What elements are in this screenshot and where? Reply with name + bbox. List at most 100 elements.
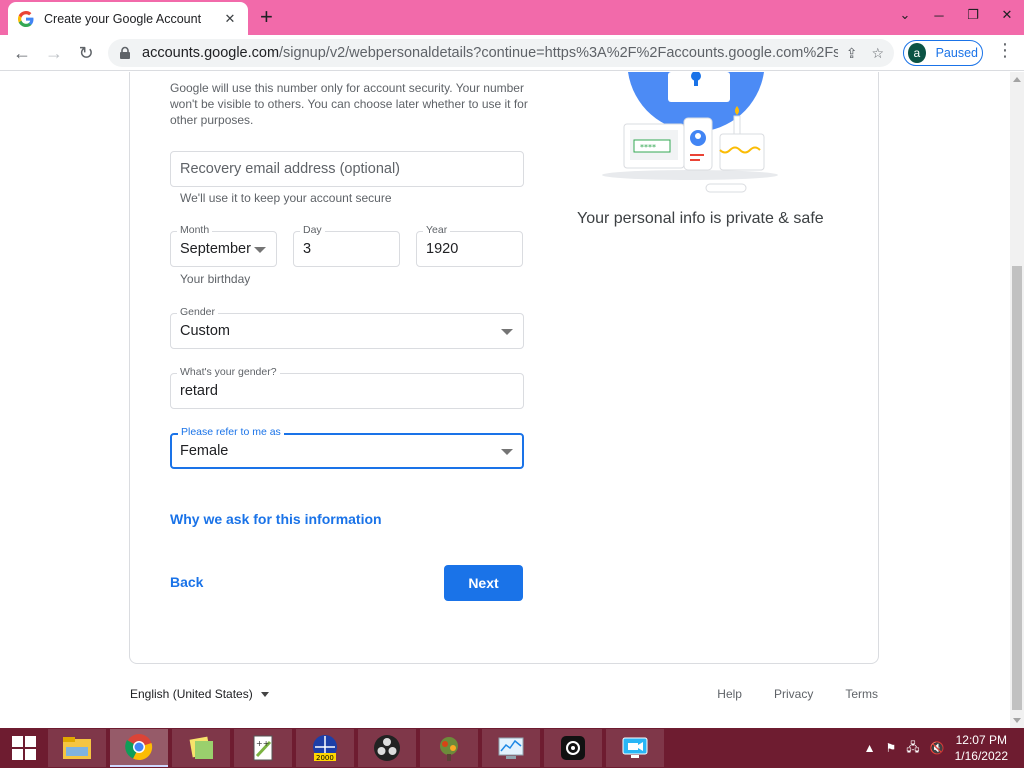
svg-text:++: ++ (256, 739, 269, 748)
taskbar-chrome[interactable] (110, 729, 168, 767)
custom-gender-label: What's your gender? (177, 366, 280, 378)
system-tray: ▲ ⚑ 🖧 🔇 12:07 PM 1/16/2022 (864, 728, 1024, 768)
taskbar-app-camera[interactable] (544, 729, 602, 767)
pronoun-label: Please refer to me as (178, 426, 284, 438)
gender-value: Custom (180, 323, 230, 339)
system-clock[interactable]: 12:07 PM 1/16/2022 (955, 732, 1008, 764)
privacy-illustration: **** (602, 72, 778, 193)
gender-select[interactable]: Gender Custom (170, 306, 524, 349)
window-controls: ⌄ ─ ❐ ✕ (888, 0, 1024, 35)
menu-kebab-icon[interactable]: ⋮ (996, 40, 1014, 61)
omnibox-actions: ⇪ ☆ (846, 45, 884, 62)
month-value: September (180, 241, 251, 257)
notepad-plus-icon: ++ (253, 735, 273, 761)
avatar: a (908, 43, 926, 63)
back-button[interactable]: Back (170, 574, 203, 590)
obs-icon (374, 735, 400, 761)
screen-capture-icon (561, 736, 585, 760)
remote-desktop-icon (622, 737, 648, 758)
day-value: 3 (303, 241, 312, 257)
plant-game-icon (440, 737, 458, 761)
year-input[interactable]: Year 1920 (416, 224, 523, 267)
recovery-email-placeholder: Recovery email address (optional) (180, 161, 401, 177)
scroll-thumb[interactable] (1012, 266, 1022, 710)
privacy-statement: Your personal info is private & safe (577, 210, 824, 227)
why-we-ask-link[interactable]: Why we ask for this information (170, 511, 382, 527)
tab-search-icon[interactable]: ⌄ (888, 0, 922, 30)
url-text: accounts.google.com/signup/v2/webpersona… (142, 45, 838, 61)
taskbar-app-remote[interactable] (606, 729, 664, 767)
recovery-email-field[interactable]: Recovery email address (optional) (170, 151, 524, 187)
tab-title: Create your Google Account (44, 11, 202, 26)
action-center-flag-icon[interactable]: ⚑ (886, 741, 897, 755)
year-value: 1920 (426, 241, 459, 257)
month-label: Month (177, 224, 213, 236)
bookmark-star-icon[interactable]: ☆ (871, 45, 884, 62)
footer-link-help[interactable]: Help (717, 687, 742, 701)
recovery-email-hint: We'll use it to keep your account secure (180, 191, 392, 205)
show-hidden-icons-icon[interactable]: ▲ (864, 741, 876, 755)
taskbar-app-notepad[interactable]: ++ (234, 729, 292, 767)
browser-tab[interactable]: Create your Google Account ✕ (8, 2, 248, 35)
svg-text:****: **** (640, 143, 656, 152)
lock-icon (120, 46, 130, 59)
birthday-hint: Your birthday (180, 272, 251, 286)
start-button[interactable] (0, 728, 48, 768)
reload-icon[interactable]: ↻ (74, 41, 98, 65)
volume-muted-icon[interactable]: 🔇 (930, 741, 945, 755)
minimize-icon[interactable]: ─ (922, 0, 956, 30)
gender-label: Gender (177, 306, 219, 318)
pronoun-select[interactable]: Please refer to me as Female (170, 426, 524, 469)
taskbar-file-explorer[interactable] (48, 729, 106, 767)
taskbar-app-game[interactable] (420, 729, 478, 767)
caret-down-icon (260, 691, 269, 697)
address-bar[interactable]: accounts.google.com/signup/v2/webpersona… (108, 39, 894, 67)
taskbar-obs[interactable] (358, 729, 416, 767)
folder-icon (63, 737, 91, 759)
globe-2000-icon: 2000 (313, 735, 337, 762)
month-select[interactable]: Month September (170, 224, 277, 267)
footer-link-privacy[interactable]: Privacy (774, 687, 813, 701)
close-window-icon[interactable]: ✕ (990, 0, 1024, 30)
windows-logo-icon (12, 736, 36, 760)
url-host: accounts.google.com (142, 45, 280, 61)
clock-date: 1/16/2022 (954, 749, 1008, 763)
share-icon[interactable]: ⇪ (846, 45, 858, 62)
browser-toolbar: ← → ↻ accounts.google.com/signup/v2/webp… (0, 35, 1024, 71)
profile-status: Paused (935, 46, 978, 60)
page-viewport: Google will use this number only for acc… (0, 72, 1010, 728)
language-selector[interactable]: English (United States) (130, 687, 269, 701)
scroll-up-icon[interactable] (1013, 77, 1021, 82)
back-arrow-icon[interactable]: ← (10, 41, 34, 65)
footer-link-terms[interactable]: Terms (845, 687, 878, 701)
network-icon[interactable]: 🖧 (906, 738, 919, 759)
taskbar-app-notes[interactable] (172, 729, 230, 767)
taskbar-app-monitor[interactable] (482, 729, 540, 767)
chevron-down-icon (501, 449, 513, 455)
new-tab-button[interactable]: + (260, 6, 273, 28)
custom-gender-value: retard (180, 383, 218, 399)
chevron-down-icon (501, 329, 513, 335)
page-scrollbar[interactable] (1010, 72, 1024, 728)
chevron-down-icon (254, 247, 266, 253)
next-button[interactable]: Next (444, 565, 523, 601)
day-input[interactable]: Day 3 (293, 224, 400, 267)
chrome-icon (125, 734, 153, 761)
windows-taskbar: ++ 2000 ▲ ⚑ 🖧 🔇 12:07 PM 1/16/2022 (0, 728, 1024, 768)
day-label: Day (300, 224, 325, 236)
restore-icon[interactable]: ❐ (956, 0, 990, 30)
footer-links: Help Privacy Terms (717, 687, 878, 701)
resource-monitor-icon (498, 737, 524, 759)
pronoun-value: Female (180, 443, 229, 459)
forward-arrow-icon[interactable]: → (42, 41, 66, 65)
browser-tab-strip: Create your Google Account ✕ + ⌄ ─ ❐ ✕ (0, 0, 1024, 35)
taskbar-app-2000[interactable]: 2000 (296, 729, 354, 767)
profile-button[interactable]: a Paused (903, 40, 983, 66)
scroll-down-icon[interactable] (1013, 718, 1021, 723)
tab-close-icon[interactable]: ✕ (222, 11, 238, 27)
sticky-notes-icon (189, 736, 213, 759)
google-g-icon (18, 10, 34, 27)
custom-gender-input[interactable]: What's your gender? retard (170, 366, 524, 409)
language-label: English (United States) (130, 687, 253, 701)
clock-time: 12:07 PM (955, 733, 1007, 747)
